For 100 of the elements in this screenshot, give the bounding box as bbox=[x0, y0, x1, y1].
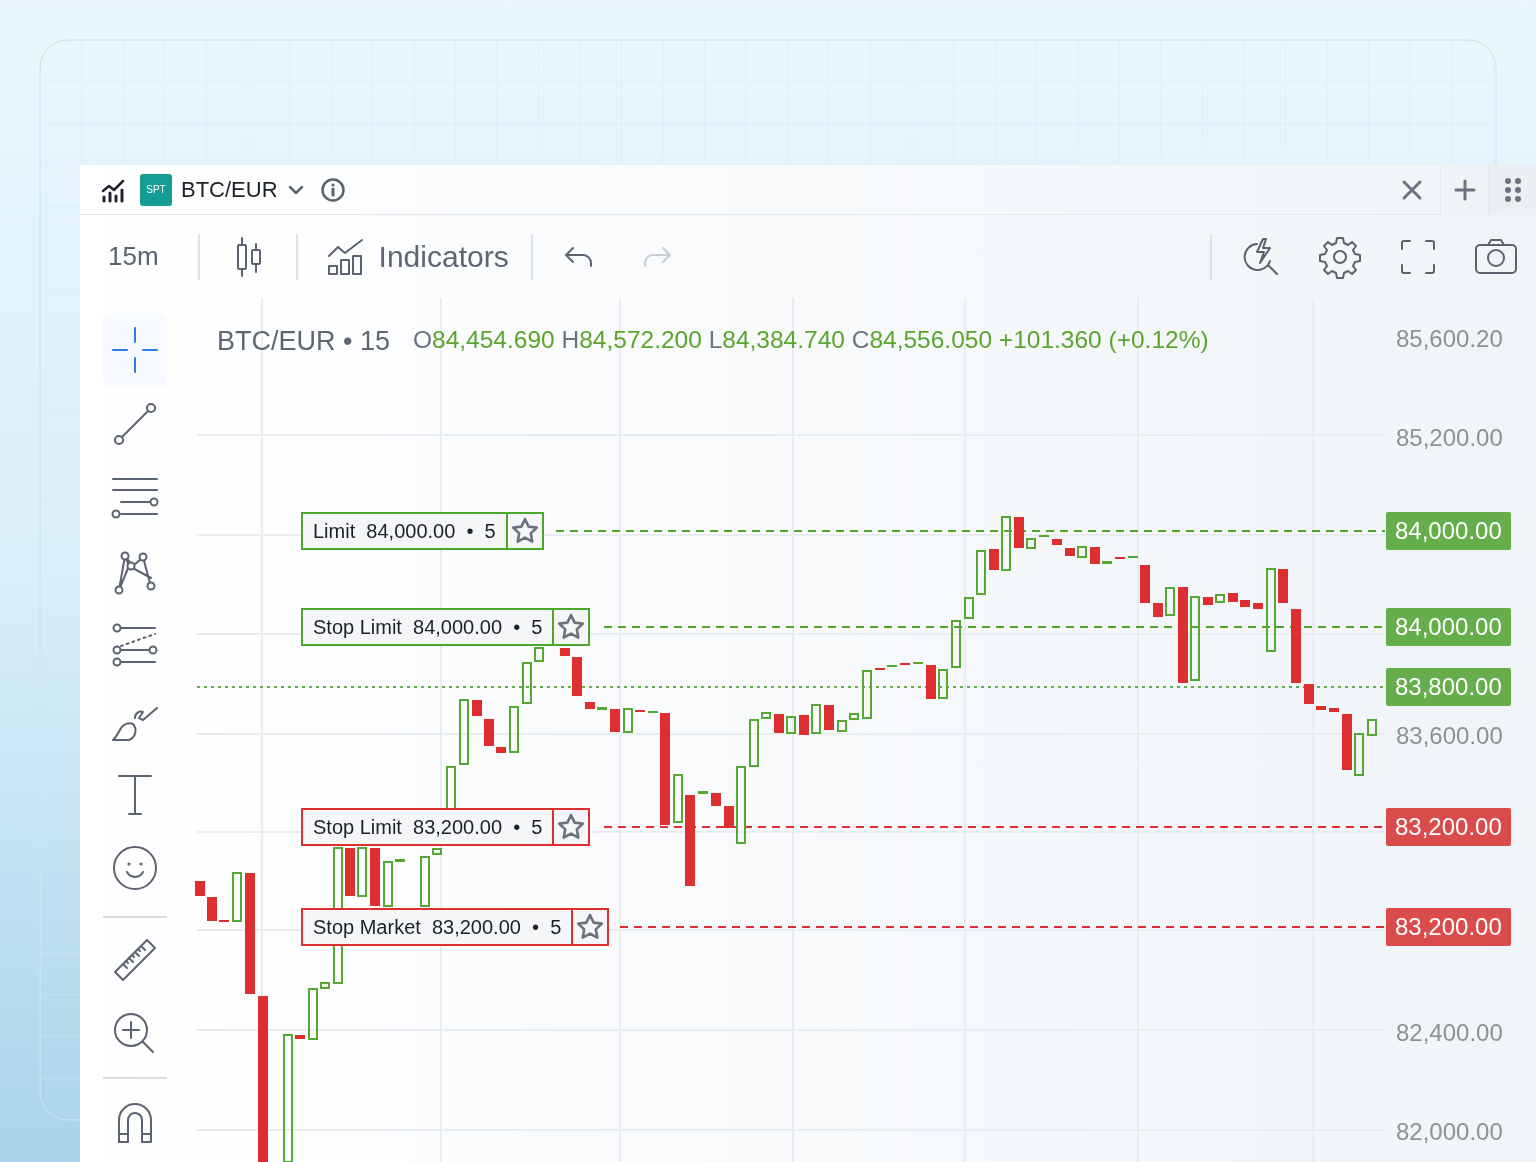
candle bbox=[1102, 561, 1112, 564]
candle bbox=[597, 707, 607, 710]
candle bbox=[976, 550, 986, 595]
candle bbox=[1065, 548, 1075, 556]
candle bbox=[345, 848, 355, 896]
star-icon bbox=[575, 912, 606, 942]
price-label: 85,200.00 bbox=[1396, 423, 1503, 453]
close-icon bbox=[1401, 178, 1423, 201]
candle bbox=[459, 699, 469, 765]
candle bbox=[673, 774, 683, 823]
candle bbox=[1203, 597, 1213, 605]
candle bbox=[308, 988, 318, 1040]
candle bbox=[1228, 593, 1238, 602]
drawing-tool-button[interactable] bbox=[103, 313, 167, 387]
candle bbox=[472, 700, 482, 716]
candle bbox=[585, 702, 595, 709]
star-icon bbox=[556, 812, 587, 842]
price-label: 85,600.20 bbox=[1396, 324, 1503, 354]
plus-icon bbox=[1453, 178, 1476, 201]
candle bbox=[1329, 708, 1339, 712]
candle bbox=[383, 861, 393, 907]
candle bbox=[610, 709, 620, 732]
candle bbox=[774, 714, 784, 733]
candle bbox=[761, 712, 771, 719]
ruler-icon bbox=[111, 936, 159, 984]
candle bbox=[623, 708, 633, 733]
candle bbox=[357, 847, 367, 897]
candle bbox=[989, 549, 999, 570]
candle bbox=[1342, 714, 1352, 770]
candle bbox=[560, 648, 570, 656]
order-label: Stop Limit 83,200.00 • 5 bbox=[312, 815, 544, 840]
candle bbox=[420, 856, 430, 907]
candle bbox=[432, 848, 442, 855]
candle bbox=[724, 806, 734, 828]
candle bbox=[837, 720, 847, 732]
price-label: 83,600.00 bbox=[1396, 721, 1503, 751]
price-tag: 84,000.00 bbox=[1386, 608, 1511, 646]
candle bbox=[698, 791, 708, 794]
order-label: Stop Market 83,200.00 • 5 bbox=[312, 915, 563, 940]
symbol-selector[interactable]: BTC/EUR bbox=[181, 173, 306, 206]
order-label: Stop Limit 84,000.00 • 5 bbox=[312, 615, 544, 640]
candle bbox=[572, 657, 582, 696]
candle bbox=[1354, 733, 1364, 776]
candle bbox=[1090, 547, 1100, 564]
price-tag: 83,800.00 bbox=[1386, 668, 1511, 706]
candle bbox=[295, 1035, 305, 1039]
candle bbox=[1001, 516, 1011, 571]
candle bbox=[484, 719, 494, 746]
candle bbox=[849, 713, 859, 720]
candle bbox=[1304, 684, 1314, 704]
trend-line-icon bbox=[111, 400, 159, 448]
interval-button[interactable]: 15m bbox=[108, 237, 159, 276]
candle bbox=[1316, 706, 1326, 710]
ohlc-legend: O84,454.690 H84,572.200 L84,384.740 C84,556.050 +101.360 (+0.12%) bbox=[413, 322, 1209, 359]
candle bbox=[509, 706, 519, 753]
price-label: 82,000.00 bbox=[1396, 1117, 1503, 1147]
candle bbox=[964, 597, 974, 619]
grip-icon bbox=[1503, 176, 1522, 203]
candle bbox=[1077, 546, 1087, 558]
candle bbox=[1278, 569, 1288, 603]
price-tag: 83,200.00 bbox=[1386, 908, 1511, 946]
candle bbox=[824, 705, 834, 730]
candle bbox=[496, 747, 506, 753]
drag-handle[interactable] bbox=[1488, 164, 1536, 215]
candle bbox=[395, 859, 405, 862]
candle bbox=[1052, 539, 1062, 545]
info-button[interactable] bbox=[319, 176, 346, 203]
candle bbox=[1165, 587, 1175, 616]
candle bbox=[951, 620, 961, 668]
candle bbox=[232, 872, 242, 922]
price-label: 82,400.00 bbox=[1396, 1018, 1503, 1048]
candle bbox=[938, 669, 948, 699]
settings-button[interactable] bbox=[1318, 234, 1362, 279]
candle bbox=[862, 670, 872, 719]
indicators-icon bbox=[326, 237, 365, 276]
candle bbox=[926, 665, 936, 699]
candle bbox=[1240, 600, 1250, 607]
indicators-button[interactable]: Indicators bbox=[326, 234, 509, 279]
chart-title: BTC/EUR • 15 bbox=[217, 325, 390, 358]
settings-icon bbox=[1318, 234, 1362, 279]
candle bbox=[522, 662, 532, 704]
candle bbox=[370, 848, 380, 906]
candle bbox=[1140, 565, 1150, 603]
price-tag: 83,200.00 bbox=[1386, 808, 1511, 846]
candle bbox=[1253, 603, 1263, 609]
candle bbox=[1026, 538, 1036, 549]
candle bbox=[711, 793, 721, 806]
candle bbox=[749, 719, 759, 767]
candle bbox=[195, 881, 205, 896]
price-tag: 84,000.00 bbox=[1386, 512, 1511, 550]
candle bbox=[1014, 517, 1024, 548]
market-badge: SPT bbox=[140, 173, 172, 206]
candle bbox=[207, 897, 217, 921]
candle bbox=[1153, 603, 1163, 617]
star-icon bbox=[556, 612, 587, 642]
candle bbox=[1215, 594, 1225, 603]
add-button[interactable] bbox=[1440, 164, 1488, 215]
candle bbox=[320, 982, 330, 989]
star-icon bbox=[509, 516, 540, 546]
order-label: Limit 84,000.00 • 5 bbox=[312, 519, 497, 544]
